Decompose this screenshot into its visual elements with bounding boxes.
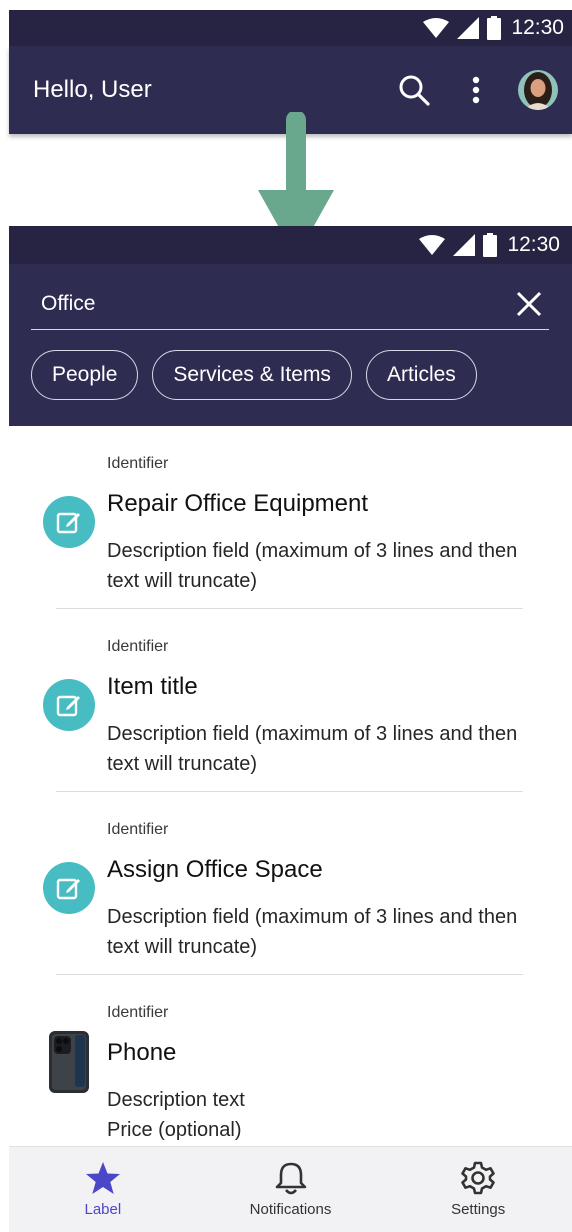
status-bar-top: 12:30 bbox=[9, 10, 572, 46]
list-item[interactable]: Identifier Phone Description text Price … bbox=[9, 975, 572, 1158]
edit-icon bbox=[43, 496, 95, 548]
chip-services-items[interactable]: Services & Items bbox=[152, 350, 352, 400]
wifi-icon bbox=[419, 235, 446, 255]
list-item[interactable]: Identifier Repair Office Equipment Descr… bbox=[9, 426, 572, 609]
close-icon[interactable] bbox=[509, 284, 549, 324]
status-icons bbox=[423, 16, 502, 40]
nav-label: Label bbox=[84, 1201, 122, 1218]
battery-icon bbox=[487, 16, 502, 40]
item-price: Price (optional) bbox=[107, 1119, 242, 1141]
signal-icon bbox=[453, 234, 476, 256]
item-description: Description field (maximum of 3 lines an… bbox=[107, 906, 518, 958]
search-input[interactable] bbox=[31, 291, 509, 316]
edit-icon bbox=[43, 679, 95, 731]
search-field bbox=[31, 278, 549, 330]
gear-icon bbox=[461, 1161, 495, 1195]
item-title: Item title bbox=[107, 673, 198, 700]
item-description: Description field (maximum of 3 lines an… bbox=[107, 723, 518, 775]
nav-label: Settings bbox=[451, 1201, 506, 1218]
results-list: Identifier Repair Office Equipment Descr… bbox=[9, 426, 572, 1158]
star-icon bbox=[85, 1162, 120, 1194]
chip-articles[interactable]: Articles bbox=[365, 350, 477, 400]
nav-item-notifications[interactable]: Notifications bbox=[197, 1147, 385, 1232]
status-time: 12:30 bbox=[507, 233, 560, 256]
status-bar-search: 12:30 bbox=[9, 226, 572, 264]
list-item[interactable]: Identifier Item title Description field … bbox=[9, 609, 572, 792]
wifi-icon bbox=[423, 18, 450, 38]
item-description: Description field (maximum of 3 lines an… bbox=[107, 540, 518, 592]
search-header: People Services & Items Articles bbox=[9, 264, 572, 426]
filter-chips: People Services & Items Articles bbox=[31, 350, 477, 400]
nav-label: Notifications bbox=[249, 1201, 332, 1218]
item-description-text: Description text bbox=[107, 1089, 245, 1111]
item-identifier: Identifier bbox=[107, 1004, 169, 1021]
item-title: Assign Office Space bbox=[107, 856, 323, 883]
signal-icon bbox=[457, 17, 480, 39]
bell-icon bbox=[275, 1162, 306, 1195]
item-title: Phone bbox=[107, 1039, 177, 1066]
bottom-nav: Label Notifications Settings bbox=[9, 1146, 572, 1232]
item-description: Description text Price (optional) bbox=[107, 1085, 537, 1145]
greeting-title: Hello, User bbox=[33, 76, 152, 103]
item-identifier: Identifier bbox=[107, 821, 169, 838]
status-icons bbox=[419, 233, 498, 257]
edit-icon bbox=[43, 862, 95, 914]
item-identifier: Identifier bbox=[107, 638, 169, 655]
phone-image bbox=[49, 1031, 89, 1093]
avatar[interactable] bbox=[518, 70, 558, 110]
nav-item-label[interactable]: Label bbox=[9, 1147, 197, 1232]
chip-people[interactable]: People bbox=[31, 350, 139, 400]
search-icon[interactable] bbox=[394, 70, 434, 110]
battery-icon bbox=[483, 233, 498, 257]
item-title: Repair Office Equipment bbox=[107, 490, 369, 517]
nav-item-settings[interactable]: Settings bbox=[384, 1147, 572, 1232]
list-item[interactable]: Identifier Assign Office Space Descripti… bbox=[9, 792, 572, 975]
item-identifier: Identifier bbox=[107, 455, 169, 472]
more-vert-icon[interactable] bbox=[456, 70, 496, 110]
status-time: 12:30 bbox=[511, 16, 564, 39]
